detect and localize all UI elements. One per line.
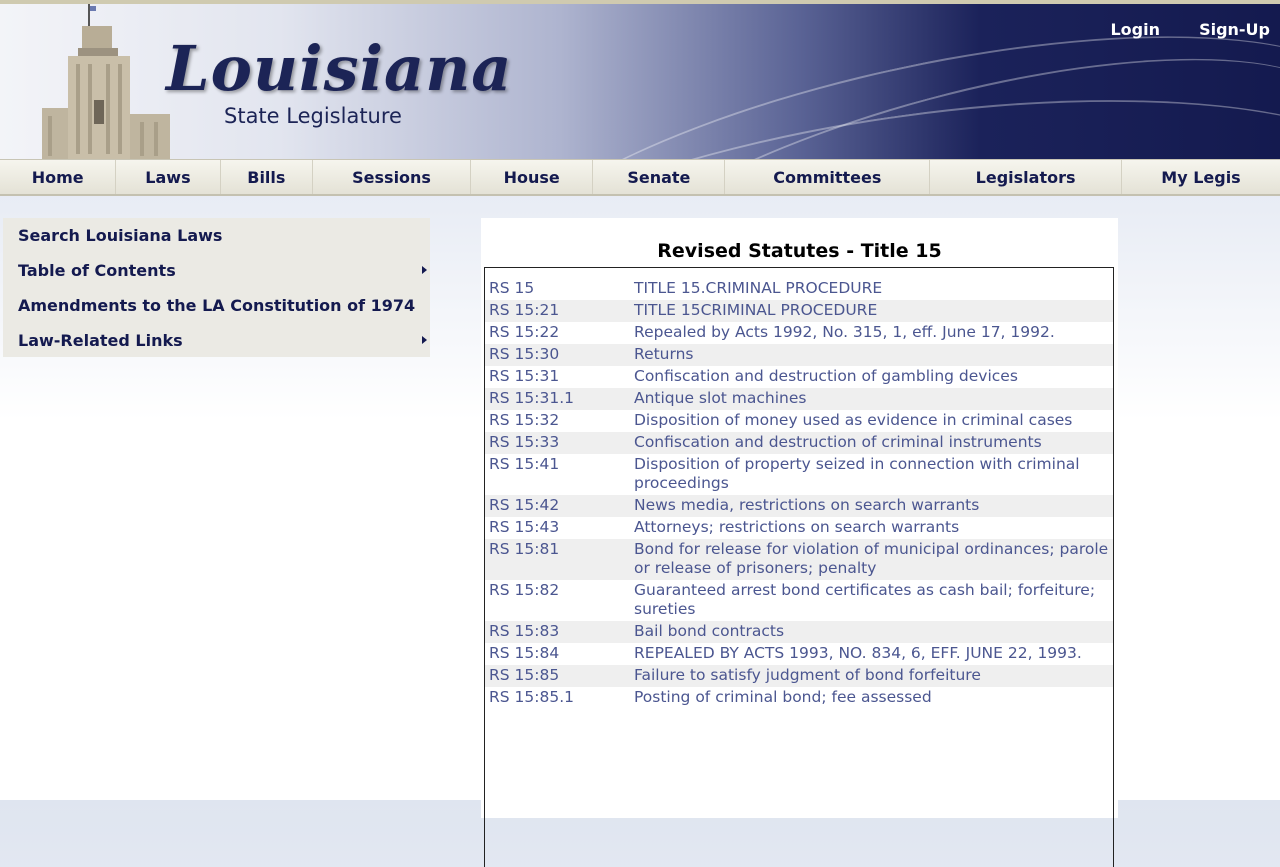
capitol-building-image — [42, 4, 170, 160]
site-logo-subtitle: State Legislature — [224, 104, 402, 128]
table-row: RS 15:21 TITLE 15CRIMINAL PROCEDURE — [485, 300, 1113, 322]
table-row: RS 15:31 Confiscation and destruction of … — [485, 366, 1113, 388]
statute-code-link[interactable]: RS 15:33 — [489, 433, 634, 452]
statute-description-link[interactable]: Posting of criminal bond; fee assessed — [634, 688, 1113, 707]
statute-description-link[interactable]: Repealed by Acts 1992, No. 315, 1, eff. … — [634, 323, 1113, 342]
table-row: RS 15:42 News media, restrictions on sear… — [485, 495, 1113, 517]
nav-laws[interactable]: Laws — [116, 160, 221, 194]
sidebar-item-amendments[interactable]: Amendments to the LA Constitution of 197… — [3, 288, 430, 323]
table-row: RS 15 TITLE 15.CRIMINAL PROCEDURE — [485, 278, 1113, 300]
statute-description-link[interactable]: Failure to satisfy judgment of bond forf… — [634, 666, 1113, 685]
statute-code-link[interactable]: RS 15:42 — [489, 496, 634, 515]
statute-description-link[interactable]: Disposition of money used as evidence in… — [634, 411, 1113, 430]
nav-bills[interactable]: Bills — [221, 160, 314, 194]
table-row: RS 15:32 Disposition of money used as evi… — [485, 410, 1113, 432]
statute-description-link[interactable]: Bail bond contracts — [634, 622, 1113, 641]
statute-code-link[interactable]: RS 15:82 — [489, 581, 634, 619]
page-title: Revised Statutes - Title 15 — [657, 240, 942, 262]
statute-description-link[interactable]: Bond for release for violation of munici… — [634, 540, 1113, 578]
table-row: RS 15:81 Bond for release for violation o… — [485, 539, 1113, 580]
main-nav: Home Laws Bills Sessions House Senate Co… — [0, 159, 1280, 196]
statute-description-link[interactable]: Guaranteed arrest bond certificates as c… — [634, 581, 1113, 619]
sidebar-item-label: Amendments to the LA Constitution of 197… — [18, 296, 416, 315]
statute-code-link[interactable]: RS 15:43 — [489, 518, 634, 537]
sidebar-item-label: Search Louisiana Laws — [18, 226, 223, 245]
table-row: RS 15:22 Repealed by Acts 1992, No. 315, … — [485, 322, 1113, 344]
statutes-panel: Revised Statutes - Title 15 RS 15 TITLE 1… — [481, 218, 1118, 867]
statute-description-link[interactable]: Returns — [634, 345, 1113, 364]
statute-code-link[interactable]: RS 15:85 — [489, 666, 634, 685]
statute-description-link[interactable]: News media, restrictions on search warra… — [634, 496, 1113, 515]
nav-sessions[interactable]: Sessions — [313, 160, 472, 194]
statute-description-link[interactable]: TITLE 15CRIMINAL PROCEDURE — [634, 301, 1113, 320]
statute-code-link[interactable]: RS 15:22 — [489, 323, 634, 342]
sidebar-item-search-laws[interactable]: Search Louisiana Laws — [3, 218, 430, 253]
sidebar-item-law-related-links[interactable]: Law-Related Links — [3, 323, 430, 358]
statute-code-link[interactable]: RS 15:85.1 — [489, 688, 634, 707]
statute-code-link[interactable]: RS 15:41 — [489, 455, 634, 493]
statute-code-link[interactable]: RS 15:31 — [489, 367, 634, 386]
nav-my-legis[interactable]: My Legis — [1122, 160, 1280, 194]
site-header: Louisiana State Legislature Login Sign-U… — [0, 4, 1280, 160]
table-row: RS 15:83 Bail bond contracts — [485, 621, 1113, 643]
sidebar-item-label: Law-Related Links — [18, 331, 183, 350]
site-logo-title: Louisiana — [166, 32, 513, 105]
statute-description-link[interactable]: Antique slot machines — [634, 389, 1113, 408]
statute-code-link[interactable]: RS 15:81 — [489, 540, 634, 578]
submenu-arrow-icon — [422, 336, 427, 344]
sidebar-item-table-of-contents[interactable]: Table of Contents — [3, 253, 430, 288]
table-row: RS 15:33 Confiscation and destruction of … — [485, 432, 1113, 454]
statute-code-link[interactable]: RS 15:30 — [489, 345, 634, 364]
laws-sidebar-menu: Search Louisiana Laws Table of Contents … — [3, 218, 430, 357]
table-row: RS 15:85 Failure to satisfy judgment of b… — [485, 665, 1113, 687]
statute-description-link[interactable]: TITLE 15.CRIMINAL PROCEDURE — [634, 279, 1113, 298]
table-row: RS 15:31.1 Antique slot machines — [485, 388, 1113, 410]
statute-code-link[interactable]: RS 15:21 — [489, 301, 634, 320]
table-row: RS 15:30 Returns — [485, 344, 1113, 366]
table-row: RS 15:84 REPEALED BY ACTS 1993, NO. 834, … — [485, 643, 1113, 665]
statute-description-link[interactable]: Disposition of property seized in connec… — [634, 455, 1113, 493]
statutes-table: RS 15 TITLE 15.CRIMINAL PROCEDURE RS 15:21… — [484, 267, 1114, 867]
statute-code-link[interactable]: RS 15:83 — [489, 622, 634, 641]
signup-link[interactable]: Sign-Up — [1199, 20, 1270, 39]
login-link[interactable]: Login — [1110, 20, 1160, 39]
table-row: RS 15:43 Attorneys; restrictions on searc… — [485, 517, 1113, 539]
nav-house[interactable]: House — [471, 160, 594, 194]
statute-description-link[interactable]: Confiscation and destruction of criminal… — [634, 433, 1113, 452]
statute-code-link[interactable]: RS 15:31.1 — [489, 389, 634, 408]
nav-legislators[interactable]: Legislators — [930, 160, 1122, 194]
nav-home[interactable]: Home — [0, 160, 117, 194]
user-links: Login Sign-Up — [1076, 20, 1270, 39]
statute-description-link[interactable]: Confiscation and destruction of gambling… — [634, 367, 1113, 386]
nav-senate[interactable]: Senate — [593, 160, 726, 194]
statute-description-link[interactable]: REPEALED BY ACTS 1993, NO. 834, 6, EFF. … — [634, 644, 1113, 663]
table-row: RS 15:85.1 Posting of criminal bond; fee … — [485, 687, 1113, 709]
table-row: RS 15:41 Disposition of property seized i… — [485, 454, 1113, 495]
submenu-arrow-icon — [422, 266, 427, 274]
nav-committees[interactable]: Committees — [725, 160, 931, 194]
statute-code-link[interactable]: RS 15:84 — [489, 644, 634, 663]
table-row: RS 15:82 Guaranteed arrest bond certifica… — [485, 580, 1113, 621]
sidebar-item-label: Table of Contents — [18, 261, 176, 280]
statute-code-link[interactable]: RS 15:32 — [489, 411, 634, 430]
statute-description-link[interactable]: Attorneys; restrictions on search warran… — [634, 518, 1113, 537]
statute-code-link[interactable]: RS 15 — [489, 279, 634, 298]
